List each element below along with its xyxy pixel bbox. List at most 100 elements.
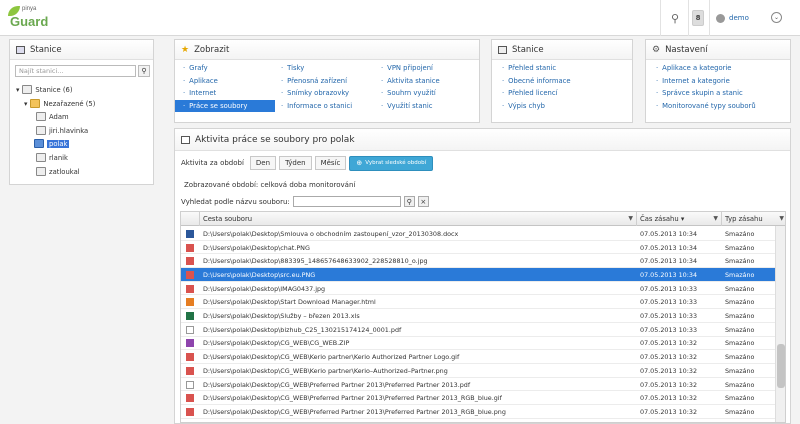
tree-item-jiri-hlavinka[interactable]: jiri.hlavinka [36, 125, 88, 136]
table-row[interactable]: D:\Users\polak\Desktop\CG_WEB\Preferred … [181, 391, 775, 406]
tree-item-label: zatloukal [49, 167, 80, 176]
table-row[interactable]: D:\Users\polak\Desktop\CG_WEB\Kerio part… [181, 350, 775, 364]
stanice-menu-panel: Stanice · Přehled stanic · Obecné informac… [491, 39, 633, 123]
table-row[interactable]: D:\Users\polak\Desktop\CG_WEB\CG_WEB.ZIP… [181, 337, 775, 351]
list-icon [498, 45, 507, 54]
menu-item-prace-se-soubory[interactable]: · Práce se soubory [175, 99, 275, 112]
cell-time: 07.05.2013 10:32 [640, 407, 698, 416]
menu-item-obecne-informace[interactable]: · Obecné informace [500, 75, 628, 88]
divider [709, 0, 710, 36]
panel-header: Aktivita práce se soubory pro polak [175, 129, 790, 151]
cell-path: D:\Users\polak\Desktop\IMAG0437.jpg [203, 284, 326, 293]
filter-icon[interactable]: ▼ [779, 215, 784, 222]
menu-item-aplikace-a-kategorie[interactable]: · Aplikace a kategorie [654, 62, 788, 75]
column-header-type[interactable]: Typ zásahu ▼ [722, 212, 785, 226]
collapse-icon[interactable]: ▾ [16, 86, 19, 94]
table-row[interactable]: D:\Users\polak\Desktop\Služby – březen 2… [181, 309, 775, 323]
menu-item-prenosna-zarizeni[interactable]: · Přenosná zařízení [279, 75, 375, 88]
table-row[interactable]: D:\Users\polak\Desktop\IMAG0437.jpg 07.05… [181, 282, 775, 296]
file-search-label: Vyhledat podle názvu souboru: [181, 197, 290, 206]
search-placeholder: Najít stanici... [19, 67, 64, 75]
menu-column: · VPN připojení · Aktivita stanice · Souhrn… [379, 62, 475, 112]
menu-item-souhrn-vyuziti[interactable]: · Souhrn využití [379, 87, 475, 100]
menu-item-vypis-chyb[interactable]: · Výpis chyb [500, 100, 628, 113]
tree-root[interactable]: ▾ Stanice (6) [16, 84, 72, 95]
zobrazit-menu-panel: ★ Zobrazit · Grafy · Aplikace · Internet · P… [174, 39, 480, 123]
table-row[interactable]: D:\Users\polak\Desktop\CG_WEB\Kerio part… [181, 364, 775, 378]
menu-item-vpn-pripojeni[interactable]: · VPN připojení [379, 62, 475, 75]
tree-group-label: Nezařazené (5) [43, 99, 96, 108]
menu-item-tisky[interactable]: · Tisky [279, 62, 375, 75]
table-row[interactable]: D:\Users\polak\Desktop\src.eu.PNG 07.05.2… [181, 268, 775, 282]
image-icon [186, 257, 194, 266]
image-icon [186, 353, 194, 362]
clear-icon[interactable]: × [417, 196, 429, 207]
tree-item-label: polak [47, 139, 70, 148]
menu-item-spravce-skupin[interactable]: · Správce skupin a stanic [654, 87, 788, 100]
table-row[interactable]: D:\Users\polak\Desktop\CG_WEB\Preferred … [181, 378, 775, 392]
tree-item-zatloukal[interactable]: zatloukal [36, 166, 80, 177]
menu-item-prehled-stanic[interactable]: · Přehled stanic [500, 62, 628, 75]
filter-icon[interactable]: ▼ [713, 215, 718, 222]
table-row[interactable]: D:\Users\polak\Desktop\Smlouva o obchodn… [181, 227, 775, 241]
page-title: Aktivita práce se soubory pro polak [195, 134, 355, 145]
menu-item-aktivita-stanice[interactable]: · Aktivita stanice [379, 75, 475, 88]
menu-item-vyuziti-stanic[interactable]: · Využití stanic [379, 100, 475, 113]
panel-header: Stanice [10, 40, 153, 60]
menu-item-informace-o-stanici[interactable]: · Informace o stanici [279, 100, 375, 113]
tree-item-polak[interactable]: polak [34, 138, 70, 149]
menu-item-grafy[interactable]: · Grafy [175, 62, 275, 75]
cell-path: D:\Users\polak\Desktop\chat.PNG [203, 243, 310, 252]
tree-item-adam[interactable]: Adam [36, 111, 69, 122]
search-icon[interactable]: ⚲ [666, 9, 684, 27]
divider [660, 0, 661, 36]
collapse-icon[interactable]: ▾ [24, 100, 27, 108]
period-day-button[interactable]: Den [249, 156, 277, 170]
table-row[interactable]: D:\Users\polak\Desktop\883395_1486576486… [181, 254, 775, 269]
notification-badge[interactable]: 8 [692, 10, 704, 26]
user-menu[interactable]: demo [716, 11, 749, 25]
table-row[interactable]: D:\Users\polak\Desktop\CG_WEB\Preferred … [181, 405, 775, 419]
menu-item-monitorovane-typy[interactable]: · Monitorované typy souborů [654, 100, 788, 113]
chevron-down-icon[interactable]: ⌄ [771, 12, 782, 23]
file-search-input[interactable] [292, 196, 401, 207]
logo-big-text: Guard [10, 14, 49, 29]
period-info: Zobrazované období: celková doba monitor… [184, 181, 356, 189]
app-logo[interactable]: pinya Guard [8, 6, 68, 32]
table-row[interactable]: D:\Users\polak\Desktop\chat.PNG 07.05.201… [181, 241, 775, 255]
vertical-scrollbar[interactable] [775, 226, 785, 422]
filter-icon[interactable]: ▼ [628, 215, 633, 222]
user-avatar-icon [716, 13, 725, 23]
computer-icon [36, 153, 46, 162]
select-period-button[interactable]: ⊕ Vybrat sledské období [349, 155, 434, 171]
network-icon [22, 85, 33, 94]
column-header-time[interactable]: Čas zásahu ▾ ▼ [637, 212, 722, 226]
period-week-button[interactable]: Týden [279, 156, 312, 170]
tree-group[interactable]: ▾ Nezařazené (5) [24, 98, 95, 109]
monitor-icon [16, 45, 25, 54]
scrollbar-thumb[interactable] [777, 344, 785, 388]
stanice-search-input[interactable]: Najít stanici... [15, 65, 136, 77]
computer-icon [34, 139, 44, 148]
table-row[interactable]: D:\Users\polak\Desktop\bizhub_C25_130215… [181, 323, 775, 337]
menu-item-internet-a-kategorie[interactable]: · Internet a kategorie [654, 75, 788, 88]
cell-path: D:\Users\polak\Desktop\Smlouva o obchodn… [203, 229, 459, 238]
cell-time: 07.05.2013 10:33 [640, 325, 698, 334]
menu-item-internet[interactable]: · Internet [175, 87, 275, 100]
star-icon: ★ [181, 44, 190, 55]
cell-type: Smazáno [725, 298, 755, 307]
panel-title: Stanice [30, 44, 62, 55]
tree-item-label: jiri.hlavinka [49, 126, 89, 135]
menu-item-snimky-obrazovky[interactable]: · Snímky obrazovky [279, 87, 375, 100]
search-icon[interactable]: ⚲ [403, 196, 415, 207]
menu-item-prehled-licenci[interactable]: · Přehled licencí [500, 87, 628, 100]
tree-item-rlanik[interactable]: rlanik [36, 152, 68, 163]
cell-path: D:\Users\polak\Desktop\CG_WEB\Preferred … [203, 380, 471, 389]
period-month-button[interactable]: Měsíc [314, 156, 347, 170]
column-header-path[interactable]: Cesta souboru ▼ [200, 212, 637, 226]
menu-item-aplikace[interactable]: · Aplikace [175, 75, 275, 88]
tree-item-label: Adam [49, 112, 69, 121]
search-icon[interactable]: ⚲ [138, 65, 150, 77]
generic-file-icon [186, 380, 194, 389]
table-row[interactable]: D:\Users\polak\Desktop\Start Download Ma… [181, 296, 775, 310]
